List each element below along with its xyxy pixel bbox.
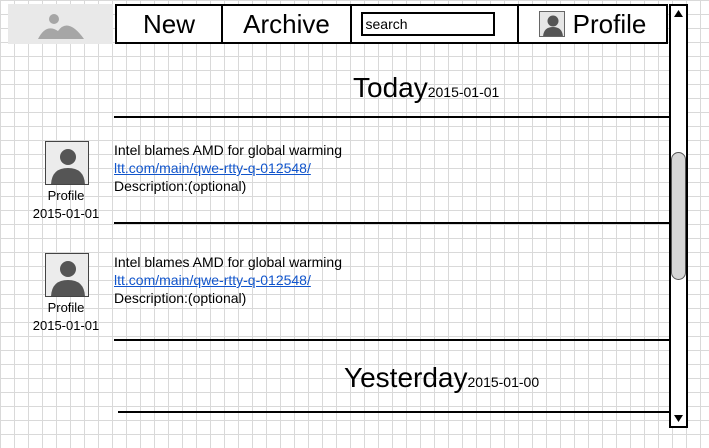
user-avatar-icon[interactable] <box>45 141 89 185</box>
post-author-label[interactable]: Profile <box>26 187 106 205</box>
post-author-meta: Profile 2015-01-01 <box>26 187 106 223</box>
post-content: Intel blames AMD for global warming ltt.… <box>114 253 342 307</box>
nav-new-button[interactable]: New <box>117 6 223 42</box>
image-placeholder-icon <box>38 14 84 39</box>
section-heading-today: Today2015-01-01 <box>353 72 499 104</box>
post-link[interactable]: ltt.com/main/qwe-rtty-q-012548/ <box>114 159 342 177</box>
triangle-up-icon[interactable] <box>671 6 686 21</box>
nav-search-cell <box>352 6 519 42</box>
search-input[interactable] <box>360 12 495 36</box>
section-heading-yesterday: Yesterday2015-01-00 <box>344 362 539 394</box>
nav-archive-button[interactable]: Archive <box>223 6 352 42</box>
logo-placeholder <box>8 4 113 44</box>
section-date: 2015-01-01 <box>427 84 500 100</box>
post-link[interactable]: ltt.com/main/qwe-rtty-q-012548/ <box>114 271 342 289</box>
nav-archive-label: Archive <box>243 8 330 39</box>
post-author-meta: Profile 2015-01-01 <box>26 299 106 335</box>
post-date: 2015-01-01 <box>32 206 100 221</box>
user-avatar-icon <box>538 11 565 37</box>
nav-profile-button[interactable]: Profile <box>519 6 666 42</box>
section-title: Yesterday <box>344 362 468 393</box>
post-title: Intel blames AMD for global warming <box>114 254 342 270</box>
user-avatar-icon[interactable] <box>45 253 89 297</box>
post-description: Description:(optional) <box>114 178 247 194</box>
post-description: Description:(optional) <box>114 290 247 306</box>
top-nav: New Archive Profile <box>115 4 668 44</box>
post-content: Intel blames AMD for global warming ltt.… <box>114 141 342 195</box>
post-date: 2015-01-01 <box>32 318 100 333</box>
scrollbar-thumb[interactable] <box>671 152 686 280</box>
post-author-label[interactable]: Profile <box>26 299 106 317</box>
nav-new-label: New <box>142 8 195 39</box>
divider <box>114 222 671 224</box>
post-title: Intel blames AMD for global warming <box>114 142 342 158</box>
divider <box>114 339 671 341</box>
triangle-down-icon[interactable] <box>671 411 686 426</box>
divider <box>118 411 671 413</box>
nav-profile-label: Profile <box>572 8 647 39</box>
divider <box>114 116 671 118</box>
vertical-scrollbar[interactable] <box>669 4 688 428</box>
section-date: 2015-01-00 <box>467 374 540 390</box>
section-title: Today <box>353 72 428 103</box>
